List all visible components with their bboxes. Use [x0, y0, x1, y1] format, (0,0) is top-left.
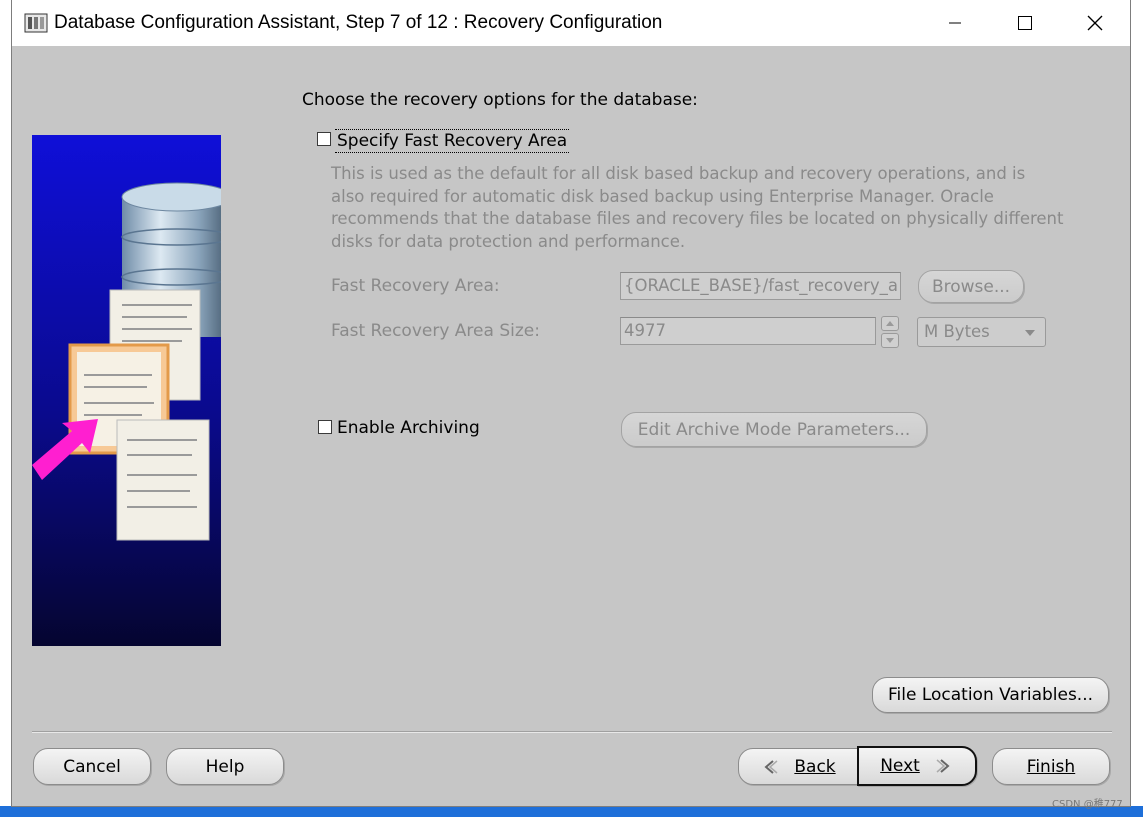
- fast-recovery-size-label: Fast Recovery Area Size:: [331, 321, 540, 341]
- finish-label: Finish: [1026, 756, 1076, 777]
- back-button[interactable]: Back: [738, 748, 858, 785]
- description-line: This is used as the default for all disk…: [331, 164, 1026, 183]
- chevron-right-icon: [936, 759, 950, 773]
- chevron-down-icon: [1025, 330, 1035, 336]
- minimize-button[interactable]: [920, 0, 990, 46]
- fast-recovery-description: This is used as the default for all disk…: [331, 163, 1111, 254]
- watermark: CSDN @稚777: [1052, 799, 1123, 810]
- fast-recovery-area-input[interactable]: {ORACLE_BASE}/fast_recovery_a: [620, 272, 901, 300]
- description-line: recommends that the database files and r…: [331, 209, 1064, 229]
- size-unit-select[interactable]: M Bytes: [917, 317, 1046, 347]
- cancel-button[interactable]: Cancel: [33, 748, 151, 785]
- footer-divider: [32, 731, 1112, 733]
- title-bar[interactable]: Database Configuration Assistant, Step 7…: [12, 0, 1130, 46]
- window-title: Database Configuration Assistant, Step 7…: [54, 12, 663, 33]
- fast-recovery-area-label[interactable]: Specify Fast Recovery Area: [335, 129, 570, 153]
- chevron-down-icon: [886, 338, 894, 343]
- enable-archiving-checkbox[interactable]: [318, 420, 332, 434]
- size-spinner[interactable]: [881, 316, 899, 348]
- spinner-down-button[interactable]: [881, 333, 899, 348]
- fast-recovery-size-input[interactable]: 4977: [620, 317, 876, 345]
- recovery-illustration: [32, 135, 221, 646]
- dbca-window: Database Configuration Assistant, Step 7…: [12, 0, 1130, 806]
- spinner-up-button[interactable]: [881, 316, 899, 331]
- minimize-icon: [949, 22, 961, 24]
- finish-button[interactable]: Finish: [992, 748, 1110, 785]
- help-button[interactable]: Help: [166, 748, 284, 785]
- maximize-button[interactable]: [990, 0, 1060, 46]
- back-label: Back: [794, 756, 836, 777]
- close-button[interactable]: [1060, 0, 1130, 46]
- maximize-icon: [1018, 16, 1032, 30]
- background-window-right: [1130, 0, 1143, 817]
- enable-archiving-label[interactable]: Enable Archiving: [337, 418, 480, 438]
- recovery-options-prompt: Choose the recovery options for the data…: [302, 90, 698, 110]
- fast-recovery-area-field-label: Fast Recovery Area:: [331, 276, 500, 296]
- fast-recovery-area-checkbox[interactable]: [317, 132, 331, 146]
- next-button[interactable]: Next: [857, 746, 977, 786]
- chevron-up-icon: [886, 321, 894, 326]
- taskbar: [0, 806, 1143, 817]
- description-line: disks for data protection and performanc…: [331, 232, 686, 252]
- next-label: Next: [880, 756, 920, 776]
- chevron-left-icon: [764, 759, 778, 774]
- edit-archive-mode-button[interactable]: Edit Archive Mode Parameters...: [621, 412, 927, 447]
- file-location-variables-button[interactable]: File Location Variables...: [872, 677, 1109, 713]
- size-unit-value: M Bytes: [924, 322, 990, 341]
- browse-button[interactable]: Browse...: [918, 270, 1024, 303]
- close-icon: [1087, 15, 1103, 31]
- description-line: also required for automatic disk based b…: [331, 186, 994, 206]
- database-app-icon: [24, 13, 48, 33]
- background-window-left: [0, 0, 12, 817]
